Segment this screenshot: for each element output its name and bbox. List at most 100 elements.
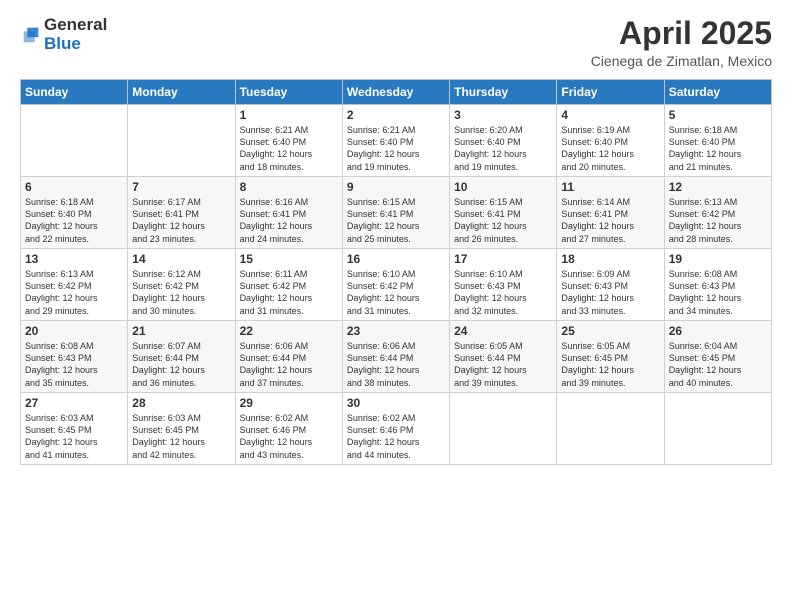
calendar-table: SundayMondayTuesdayWednesdayThursdayFrid… [20, 79, 772, 465]
day-number: 20 [25, 324, 123, 338]
calendar-row-2: 6 Sunrise: 6:18 AMSunset: 6:40 PMDaylight… [21, 177, 772, 249]
day-info: Sunrise: 6:06 AMSunset: 6:44 PMDaylight:… [240, 340, 338, 389]
day-number: 23 [347, 324, 445, 338]
day-info: Sunrise: 6:21 AMSunset: 6:40 PMDaylight:… [240, 124, 338, 173]
header-cell-tuesday: Tuesday [235, 80, 342, 105]
calendar-cell: 18Sunrise: 6:09 AMSunset: 6:43 PMDayligh… [557, 249, 664, 321]
day-number: 10 [454, 180, 552, 194]
logo-icon [20, 24, 42, 46]
header: General Blue April 2025 Cienega de Zimat… [20, 16, 772, 69]
day-number: 4 [561, 108, 659, 122]
day-info: Sunrise: 6:13 AMSunset: 6:42 PMDaylight:… [25, 268, 123, 317]
calendar-cell: 17 Sunrise: 6:10 AMSunset: 6:43 PMDayligh… [450, 249, 557, 321]
title-block: April 2025 Cienega de Zimatlan, Mexico [591, 16, 772, 69]
day-number: 5 [669, 108, 767, 122]
calendar-cell: 2Sunrise: 6:21 AMSunset: 6:40 PMDaylight… [342, 105, 449, 177]
header-cell-friday: Friday [557, 80, 664, 105]
day-info: Sunrise: 6:02 AMSunset: 6:46 PMDaylight:… [347, 412, 445, 461]
header-cell-saturday: Saturday [664, 80, 771, 105]
day-number: 12 [669, 180, 767, 194]
day-number: 28 [132, 396, 230, 410]
day-info: Sunrise: 6:19 AMSunset: 6:40 PMDaylight:… [561, 124, 659, 173]
day-info: Sunrise: 6:14 AMSunset: 6:41 PMDaylight:… [561, 196, 659, 245]
day-info: Sunrise: 6:08 AMSunset: 6:43 PMDaylight:… [25, 340, 123, 389]
day-number: 6 [25, 180, 123, 194]
day-info: Sunrise: 6:16 AMSunset: 6:41 PMDaylight:… [240, 196, 338, 245]
day-info: Sunrise: 6:18 AMSunset: 6:40 PMDaylight:… [25, 196, 123, 245]
day-number: 1 [240, 108, 338, 122]
day-number: 22 [240, 324, 338, 338]
day-number: 17 [454, 252, 552, 266]
calendar-cell: 30 Sunrise: 6:02 AMSunset: 6:46 PMDayligh… [342, 393, 449, 465]
calendar-cell: 25Sunrise: 6:05 AMSunset: 6:45 PMDayligh… [557, 321, 664, 393]
location: Cienega de Zimatlan, Mexico [591, 53, 772, 69]
calendar-row-4: 20 Sunrise: 6:08 AMSunset: 6:43 PMDayligh… [21, 321, 772, 393]
day-number: 30 [347, 396, 445, 410]
calendar-cell: 26 Sunrise: 6:04 AMSunset: 6:45 PMDayligh… [664, 321, 771, 393]
day-info: Sunrise: 6:15 AMSunset: 6:41 PMDaylight:… [454, 196, 552, 245]
day-number: 19 [669, 252, 767, 266]
calendar-cell: 6 Sunrise: 6:18 AMSunset: 6:40 PMDaylight… [21, 177, 128, 249]
calendar-cell: 10 Sunrise: 6:15 AMSunset: 6:41 PMDayligh… [450, 177, 557, 249]
day-info: Sunrise: 6:03 AMSunset: 6:45 PMDaylight:… [132, 412, 230, 461]
day-info: Sunrise: 6:06 AMSunset: 6:44 PMDaylight:… [347, 340, 445, 389]
day-number: 3 [454, 108, 552, 122]
calendar-cell [450, 393, 557, 465]
day-number: 16 [347, 252, 445, 266]
day-number: 11 [561, 180, 659, 194]
day-info: Sunrise: 6:11 AMSunset: 6:42 PMDaylight:… [240, 268, 338, 317]
day-info: Sunrise: 6:04 AMSunset: 6:45 PMDaylight:… [669, 340, 767, 389]
day-number: 15 [240, 252, 338, 266]
header-cell-wednesday: Wednesday [342, 80, 449, 105]
day-info: Sunrise: 6:18 AMSunset: 6:40 PMDaylight:… [669, 124, 767, 173]
month-title: April 2025 [591, 16, 772, 51]
day-info: Sunrise: 6:07 AMSunset: 6:44 PMDaylight:… [132, 340, 230, 389]
logo: General Blue [20, 16, 107, 53]
calendar-cell: 29Sunrise: 6:02 AMSunset: 6:46 PMDayligh… [235, 393, 342, 465]
day-number: 14 [132, 252, 230, 266]
day-info: Sunrise: 6:15 AMSunset: 6:41 PMDaylight:… [347, 196, 445, 245]
day-info: Sunrise: 6:13 AMSunset: 6:42 PMDaylight:… [669, 196, 767, 245]
calendar-cell: 27Sunrise: 6:03 AMSunset: 6:45 PMDayligh… [21, 393, 128, 465]
day-number: 21 [132, 324, 230, 338]
calendar-cell: 9 Sunrise: 6:15 AMSunset: 6:41 PMDaylight… [342, 177, 449, 249]
day-number: 29 [240, 396, 338, 410]
day-info: Sunrise: 6:10 AMSunset: 6:42 PMDaylight:… [347, 268, 445, 317]
calendar-cell: 20 Sunrise: 6:08 AMSunset: 6:43 PMDayligh… [21, 321, 128, 393]
calendar-cell [128, 105, 235, 177]
calendar-cell: 22 Sunrise: 6:06 AMSunset: 6:44 PMDayligh… [235, 321, 342, 393]
calendar-page: General Blue April 2025 Cienega de Zimat… [0, 0, 792, 612]
calendar-cell: 13 Sunrise: 6:13 AMSunset: 6:42 PMDayligh… [21, 249, 128, 321]
calendar-cell: 1 Sunrise: 6:21 AMSunset: 6:40 PMDaylight… [235, 105, 342, 177]
day-info: Sunrise: 6:09 AMSunset: 6:43 PMDaylight:… [561, 268, 659, 317]
day-info: Sunrise: 6:05 AMSunset: 6:45 PMDaylight:… [561, 340, 659, 389]
calendar-row-1: 1 Sunrise: 6:21 AMSunset: 6:40 PMDaylight… [21, 105, 772, 177]
day-info: Sunrise: 6:10 AMSunset: 6:43 PMDaylight:… [454, 268, 552, 317]
calendar-cell: 7Sunrise: 6:17 AMSunset: 6:41 PMDaylight… [128, 177, 235, 249]
day-info: Sunrise: 6:20 AMSunset: 6:40 PMDaylight:… [454, 124, 552, 173]
day-number: 13 [25, 252, 123, 266]
calendar-cell [21, 105, 128, 177]
logo-text: General Blue [44, 16, 107, 53]
calendar-cell: 15 Sunrise: 6:11 AMSunset: 6:42 PMDayligh… [235, 249, 342, 321]
header-cell-monday: Monday [128, 80, 235, 105]
calendar-cell: 19Sunrise: 6:08 AMSunset: 6:43 PMDayligh… [664, 249, 771, 321]
day-number: 9 [347, 180, 445, 194]
calendar-cell: 3 Sunrise: 6:20 AMSunset: 6:40 PMDaylight… [450, 105, 557, 177]
day-info: Sunrise: 6:12 AMSunset: 6:42 PMDaylight:… [132, 268, 230, 317]
day-number: 26 [669, 324, 767, 338]
calendar-cell: 5 Sunrise: 6:18 AMSunset: 6:40 PMDaylight… [664, 105, 771, 177]
day-number: 8 [240, 180, 338, 194]
header-cell-thursday: Thursday [450, 80, 557, 105]
header-cell-sunday: Sunday [21, 80, 128, 105]
day-info: Sunrise: 6:17 AMSunset: 6:41 PMDaylight:… [132, 196, 230, 245]
calendar-cell [557, 393, 664, 465]
calendar-cell: 23 Sunrise: 6:06 AMSunset: 6:44 PMDayligh… [342, 321, 449, 393]
day-info: Sunrise: 6:21 AMSunset: 6:40 PMDaylight:… [347, 124, 445, 173]
calendar-cell: 4 Sunrise: 6:19 AMSunset: 6:40 PMDaylight… [557, 105, 664, 177]
calendar-cell: 24Sunrise: 6:05 AMSunset: 6:44 PMDayligh… [450, 321, 557, 393]
calendar-cell: 21 Sunrise: 6:07 AMSunset: 6:44 PMDayligh… [128, 321, 235, 393]
day-info: Sunrise: 6:05 AMSunset: 6:44 PMDaylight:… [454, 340, 552, 389]
calendar-cell [664, 393, 771, 465]
calendar-cell: 12 Sunrise: 6:13 AMSunset: 6:42 PMDayligh… [664, 177, 771, 249]
